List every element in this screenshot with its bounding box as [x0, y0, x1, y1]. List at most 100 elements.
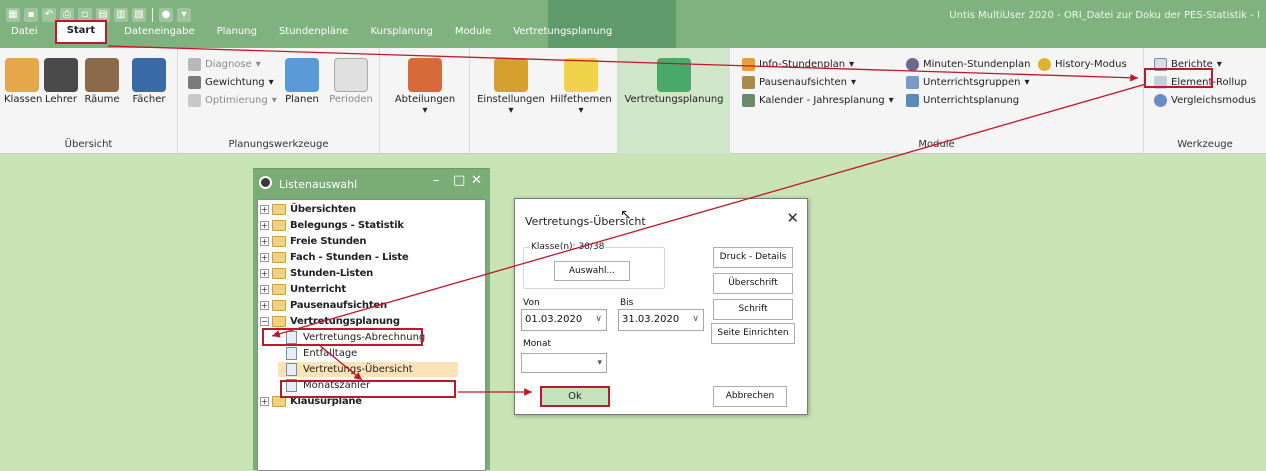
lehrer-button[interactable]: Lehrer: [44, 58, 78, 105]
minuten-stundenplan-button[interactable]: Minuten-Stundenplan: [906, 58, 1030, 71]
tree-folder-uebersichten[interactable]: + Übersichten: [260, 202, 356, 217]
tree-item-entfalltage[interactable]: Entfalltage: [286, 346, 357, 361]
folder-icon: [272, 300, 286, 311]
group-einstellungen: Einstellungen ▾ Hilfethemen ▾: [470, 48, 618, 154]
info-icon: [742, 58, 755, 71]
faecher-button[interactable]: Fächer: [126, 58, 172, 105]
report-icon: [286, 347, 297, 360]
expand-icon[interactable]: +: [260, 301, 269, 310]
import-icon[interactable]: ▧: [132, 8, 146, 22]
gewichtung-button[interactable]: Gewichtung ▾: [188, 76, 274, 89]
book-icon: [132, 58, 166, 92]
vergleichsmodus-button[interactable]: Vergleichsmodus: [1154, 94, 1256, 107]
group-label: Module: [918, 139, 955, 150]
customize-icon[interactable]: ▾: [177, 8, 191, 22]
raeume-button[interactable]: Räume: [82, 58, 122, 105]
title-bar: ▦ ▪ ↶ ⎙ ▫ ▤ ▥ ▧ ● ▾ Untis MultiUser 2020…: [0, 0, 1266, 48]
gear-icon: [494, 58, 528, 92]
tree-folder-belegungs-statistik[interactable]: + Belegungs - Statistik: [260, 218, 404, 233]
bis-label: Bis: [620, 298, 634, 308]
abteilungen-button[interactable]: Abteilungen ▾: [388, 58, 462, 116]
group-label: Planungswerkzeuge: [228, 139, 329, 150]
chevron-down-icon: ▾: [578, 105, 584, 116]
door-icon: [85, 58, 119, 92]
chevron-down-icon: ▾: [422, 105, 428, 116]
vertretungsplanung-highlight: [262, 328, 423, 346]
ok-button[interactable]: Ok: [540, 386, 610, 407]
tree-folder-vertretungsplanung[interactable]: − Vertretungsplanung: [260, 314, 400, 329]
save-icon[interactable]: ▪: [24, 8, 38, 22]
von-date-picker[interactable]: 01.03.2020 ∨: [521, 309, 607, 331]
minimize-icon[interactable]: –: [433, 173, 440, 188]
vertretungsplanung-button[interactable]: Vertretungsplanung: [622, 58, 726, 105]
hilfethemen-button[interactable]: Hilfethemen ▾: [548, 58, 614, 116]
tree-folder-pausenaufsichten[interactable]: + Pausenaufsichten: [260, 298, 387, 313]
listenauswahl-panel: Listenauswahl – □ ✕ + Übersichten + Belegu…: [253, 168, 490, 471]
unterrichtsgruppen-button[interactable]: Unterrichtsgruppen ▾: [906, 76, 1030, 89]
druck-details-button[interactable]: Druck - Details: [713, 247, 793, 268]
perioden-button[interactable]: Perioden: [328, 58, 374, 105]
tree-folder-unterricht[interactable]: + Unterricht: [260, 282, 346, 297]
ribbon: Klassen Lehrer Räume Fächer Übersicht Di…: [0, 48, 1266, 154]
folder-icon: [272, 284, 286, 295]
expand-icon[interactable]: +: [260, 205, 269, 214]
tab-kursplanung[interactable]: Kursplanung: [359, 22, 443, 44]
group-module: Info-Stundenplan ▾ Pausenaufsichten ▾ Ka…: [730, 48, 1144, 154]
tab-module[interactable]: Module: [444, 22, 502, 44]
history-modus-button[interactable]: History-Modus: [1038, 58, 1127, 71]
tab-stundenplaene[interactable]: Stundenpläne: [268, 22, 360, 44]
tab-planung[interactable]: Planung: [206, 22, 268, 44]
seite-einrichten-button[interactable]: Seite Einrichten: [711, 323, 795, 344]
optimierung-button[interactable]: Optimierung ▾: [188, 94, 277, 107]
expand-icon[interactable]: +: [260, 237, 269, 246]
klassen-button[interactable]: Klassen: [4, 58, 42, 105]
tab-start[interactable]: Start: [54, 20, 108, 44]
unterrichtsplanung-button[interactable]: Unterrichtsplanung: [906, 94, 1019, 107]
bis-date-picker[interactable]: 31.03.2020 ∨: [618, 309, 704, 331]
tree-item-vertretungs-uebersicht[interactable]: Vertretungs-Übersicht: [278, 362, 458, 377]
maximize-icon[interactable]: □: [453, 173, 465, 188]
expand-icon[interactable]: +: [260, 253, 269, 262]
planen-button[interactable]: Planen: [282, 58, 322, 105]
pausenaufsichten-button[interactable]: Pausenaufsichten ▾: [742, 76, 856, 89]
close-icon[interactable]: ✕: [471, 173, 482, 188]
klassen-group: Klasse(n): 38/38 Auswahl...: [523, 242, 665, 289]
monat-label: Monat: [523, 339, 552, 349]
einstellungen-button[interactable]: Einstellungen ▾: [474, 58, 548, 116]
folder-icon: [272, 236, 286, 247]
kalender-button[interactable]: Kalender - Jahresplanung ▾: [742, 94, 894, 107]
tab-dateneingabe[interactable]: Dateneingabe: [113, 22, 205, 44]
close-icon[interactable]: ✕: [786, 209, 799, 227]
info-stundenplan-button[interactable]: Info-Stundenplan ▾: [742, 58, 854, 71]
group-planungswerkzeuge: Diagnose ▾ Gewichtung ▾ Optimierung ▾ Pl…: [178, 48, 380, 154]
group-uebersicht: Klassen Lehrer Räume Fächer Übersicht: [0, 48, 178, 154]
expand-icon[interactable]: +: [260, 397, 269, 406]
auswahl-button[interactable]: Auswahl...: [554, 261, 630, 281]
house-icon: [408, 58, 442, 92]
calendar-icon: [742, 94, 755, 107]
grid-icon[interactable]: ▦: [6, 8, 20, 22]
schrift-button[interactable]: Schrift: [713, 299, 793, 320]
teacher-icon: [44, 58, 78, 92]
diagnose-button[interactable]: Diagnose ▾: [188, 58, 261, 71]
tab-vertretungsplanung[interactable]: Vertretungsplanung: [502, 22, 623, 44]
export-icon[interactable]: ▥: [114, 8, 128, 22]
monat-select[interactable]: ▾: [521, 353, 607, 373]
ueberschrift-button[interactable]: Überschrift: [713, 273, 793, 294]
mouse-cursor-icon: ↖: [620, 207, 632, 223]
tree-folder-freie-stunden[interactable]: + Freie Stunden: [260, 234, 366, 249]
abbrechen-button[interactable]: Abbrechen: [713, 386, 787, 407]
chevron-down-icon: ▾: [508, 105, 514, 116]
record-icon[interactable]: ●: [159, 8, 173, 22]
group-label: Werkzeuge: [1177, 139, 1233, 150]
expand-icon[interactable]: +: [260, 221, 269, 230]
expand-icon[interactable]: +: [260, 269, 269, 278]
chevron-down-icon: ∨: [692, 314, 699, 324]
collapse-icon[interactable]: −: [260, 317, 269, 326]
expand-icon[interactable]: +: [260, 285, 269, 294]
menu-tabs: Datei Start Dateneingabe Planung Stunden…: [0, 20, 623, 44]
tree-folder-stunden-listen[interactable]: + Stunden-Listen: [260, 266, 373, 281]
tab-datei[interactable]: Datei: [0, 22, 49, 44]
tree-folder-fach-stunden-liste[interactable]: + Fach - Stunden - Liste: [260, 250, 409, 265]
folder-icon: [272, 204, 286, 215]
